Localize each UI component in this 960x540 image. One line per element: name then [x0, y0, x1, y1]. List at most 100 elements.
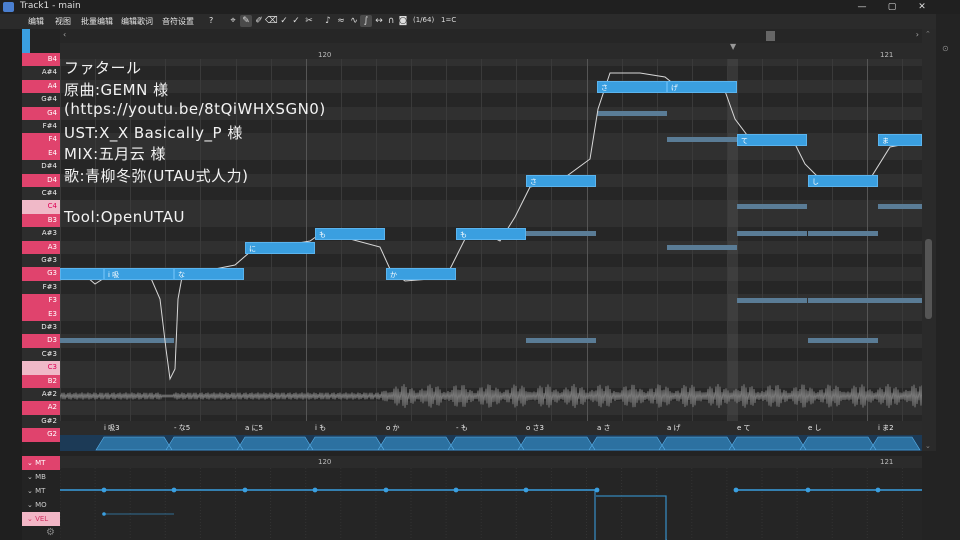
phoneme-label[interactable]: i ま2	[878, 423, 894, 433]
note[interactable]: も	[456, 228, 526, 241]
snap-ratio[interactable]: (1/64)	[413, 16, 434, 24]
vertical-scroll-thumb[interactable]	[925, 239, 932, 319]
piano-key[interactable]: C#3	[22, 347, 60, 362]
scroll-down-icon[interactable]: ⌄	[925, 442, 931, 450]
menu-view[interactable]: 视图	[55, 16, 71, 27]
arc-icon[interactable]: ∩	[385, 15, 397, 27]
piano-key[interactable]: A#2	[22, 388, 60, 402]
note[interactable]	[60, 268, 104, 281]
note[interactable]: し	[808, 174, 878, 187]
close-button[interactable]: ✕	[908, 0, 936, 14]
minimize-button[interactable]: —	[848, 0, 876, 14]
stretch-icon[interactable]: ↔	[373, 15, 385, 27]
pencil-tool-icon[interactable]: ✎	[240, 15, 252, 27]
knife-tool-icon[interactable]: ✂	[303, 15, 315, 27]
expr-mo[interactable]: ⌄ MO	[22, 498, 60, 512]
expr-mt-active[interactable]: ⌄ MT	[22, 456, 60, 470]
note[interactable]: さ	[597, 80, 667, 93]
maximize-button[interactable]: ▢	[878, 0, 906, 14]
piano-key[interactable]: C3	[22, 361, 60, 375]
piano-key[interactable]: D4	[22, 173, 60, 187]
piano-key[interactable]: A2	[22, 401, 60, 415]
phoneme-label[interactable]: e し	[808, 423, 822, 433]
note[interactable]: も	[315, 228, 385, 241]
scroll-up-icon[interactable]: ⌃	[925, 30, 931, 38]
piano-key[interactable]: E4	[22, 146, 60, 161]
phoneme-strip[interactable]: i 吸3 - な5 a に5 i も o か - も o さ3 a さ a げ e て e し i ま…	[60, 421, 922, 451]
piano-key[interactable]: B4	[22, 53, 60, 67]
phoneme-band[interactable]	[60, 435, 922, 451]
gear-icon[interactable]: ⚙	[46, 527, 55, 538]
piano-key[interactable]: F#4	[22, 120, 60, 134]
phoneme-label[interactable]: - も	[456, 423, 468, 433]
phoneme-label[interactable]: e て	[737, 423, 751, 433]
horizontal-scroll[interactable]: ‹ ›	[60, 29, 922, 43]
playhead-icon[interactable]: ▼	[730, 42, 736, 51]
phoneme-label[interactable]: a げ	[667, 423, 681, 433]
note[interactable]: げ	[667, 80, 737, 93]
menu-edit-lyrics[interactable]: 编辑歌词	[121, 16, 153, 27]
timeline-ruler[interactable]: ‹ › 120 121 ▼	[60, 29, 922, 59]
note[interactable]: に	[245, 241, 315, 254]
piano-key[interactable]: G2	[22, 428, 60, 442]
pin-icon[interactable]: ⊙	[942, 44, 949, 53]
piano-key[interactable]: B3	[22, 213, 60, 228]
scroll-left-icon[interactable]: ‹	[63, 30, 66, 39]
piano-key[interactable]: A3	[22, 240, 60, 254]
menu-note-settings[interactable]: 音符设置	[162, 16, 194, 27]
select-tool-icon[interactable]: ⌖	[227, 15, 239, 27]
note-icon[interactable]: ♪	[322, 15, 334, 27]
piano-key[interactable]: G#2	[22, 414, 60, 429]
menu-batch-edit[interactable]: 批量编辑	[81, 16, 113, 27]
piano-key[interactable]: A#4	[22, 66, 60, 80]
phoneme-label[interactable]: - な5	[174, 423, 190, 433]
expr-mb[interactable]: ⌄ MB	[22, 470, 60, 484]
piano-key[interactable]: A4	[22, 79, 60, 94]
menu-help[interactable]: ?	[209, 16, 213, 25]
piano-key[interactable]: A#3	[22, 227, 60, 241]
lock-icon[interactable]: ◙	[397, 15, 409, 27]
phoneme-label[interactable]: a さ	[597, 423, 611, 433]
menu-edit[interactable]: 编辑	[28, 16, 44, 27]
piano-key[interactable]: G#4	[22, 93, 60, 107]
vibrato-icon[interactable]: ∿	[348, 15, 360, 27]
pen-plus-tool-icon[interactable]: ✐	[253, 15, 265, 27]
scroll-thumb[interactable]	[766, 31, 775, 41]
expression-selector[interactable]: ⌄ MT ⌄ MB ⌄ MT ⌄ MO ⌄ VEL ⚙	[22, 456, 60, 540]
piano-key[interactable]: C#4	[22, 187, 60, 201]
curve-icon[interactable]: ∫	[360, 15, 372, 27]
piano-key[interactable]: G3	[22, 267, 60, 281]
note[interactable]: な	[174, 268, 244, 281]
note[interactable]: ま	[878, 134, 922, 147]
note[interactable]: i 吸	[104, 268, 174, 281]
note[interactable]: か	[386, 268, 456, 281]
expression-curve[interactable]	[60, 468, 922, 540]
phoneme-label[interactable]: o さ3	[526, 423, 544, 433]
expression-editor[interactable]: 120 121	[60, 456, 922, 540]
eraser-tool-icon[interactable]: ⌫	[265, 15, 278, 27]
piano-key[interactable]: D#3	[22, 321, 60, 335]
piano-key[interactable]: E3	[22, 307, 60, 321]
piano-key[interactable]: F3	[22, 294, 60, 308]
piano-key[interactable]: G4	[22, 106, 60, 120]
phoneme-label[interactable]: i も	[315, 423, 326, 433]
phoneme-label[interactable]: o か	[386, 423, 400, 433]
piano-keyboard[interactable]: B4 A#4 A4 G#4 G4 F#4 F4 E4 D#4 D4 C#4 C4 B3 A#3 A3 G#3 G…	[22, 53, 60, 451]
piano-key[interactable]: F4	[22, 133, 60, 147]
piano-key[interactable]: D#4	[22, 160, 60, 174]
draw-pitch-tool-icon[interactable]: ✓	[278, 15, 290, 27]
phoneme-label[interactable]: a に5	[245, 423, 263, 433]
note[interactable]: て	[737, 134, 807, 147]
note[interactable]: さ	[526, 174, 596, 187]
piano-key[interactable]: G#3	[22, 254, 60, 268]
piano-key[interactable]: C4	[22, 200, 60, 214]
piano-key[interactable]: D3	[22, 334, 60, 348]
scroll-right-icon[interactable]: ›	[916, 30, 919, 39]
phoneme-label[interactable]: i 吸3	[104, 423, 120, 433]
note-editor[interactable]: i 吸なにもかもささげてしま ファタール 原曲:GEMN 様 (https://yo…	[60, 59, 922, 451]
expr-vel[interactable]: ⌄ VEL	[22, 512, 60, 526]
pitch-wave-icon[interactable]: ≈	[335, 15, 347, 27]
piano-key[interactable]: F#3	[22, 280, 60, 295]
piano-key[interactable]: B2	[22, 374, 60, 388]
key-signature[interactable]: 1=C	[441, 16, 456, 24]
